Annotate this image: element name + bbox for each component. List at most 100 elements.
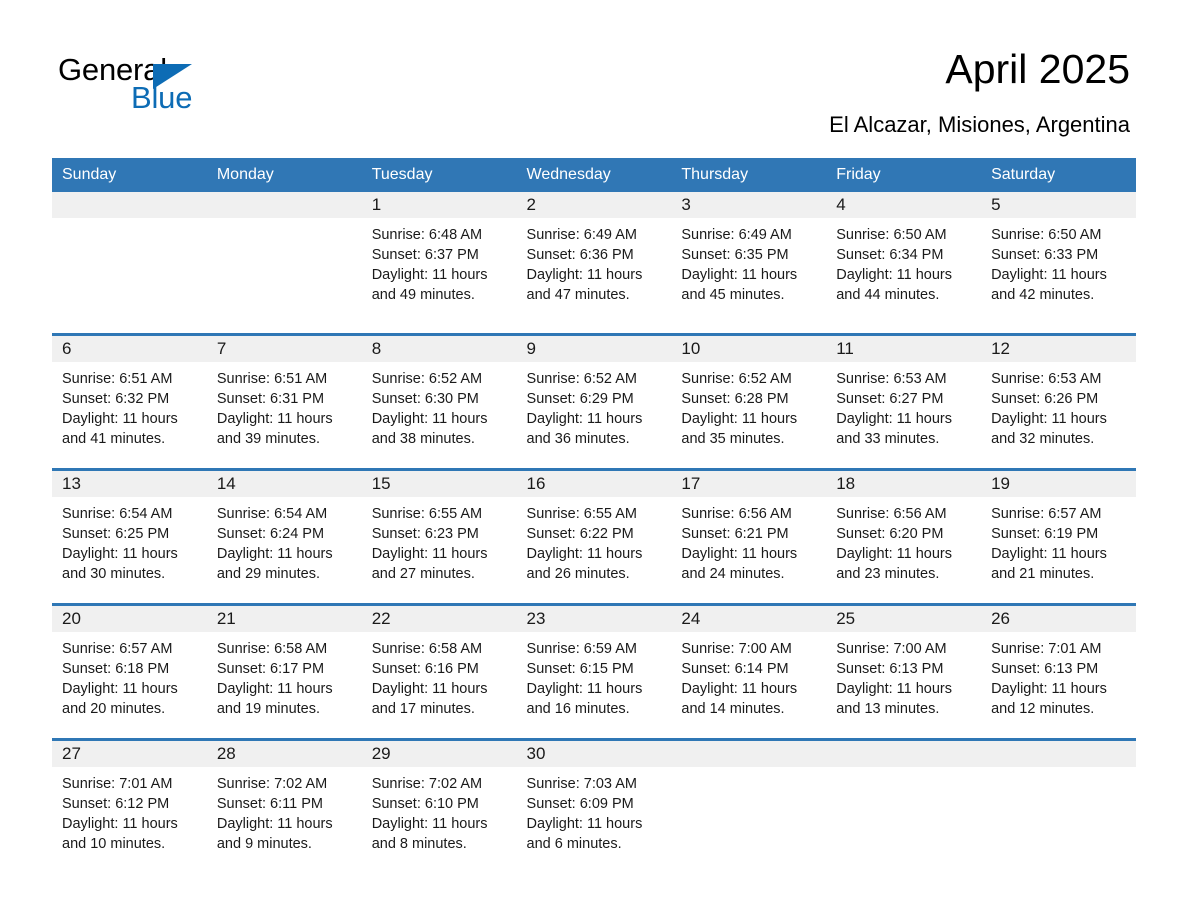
day-cell-inner: 16 Sunrise: 6:55 AM Sunset: 6:22 PM Dayligh… [516,471,672,603]
sunset-time: Sunset: 6:22 PM [526,526,634,542]
calendar-day-cell[interactable]: 29 Sunrise: 7:02 AM Sunset: 6:10 PM Dayligh… [361,738,517,882]
sunrise-time: Sunrise: 6:55 AM [371,506,483,522]
sunrise-time: Sunrise: 6:55 AM [526,506,637,522]
day-number: 23 [516,606,672,632]
daylight-duration-line1: Daylight: 11 hours [836,411,953,427]
day-cell-inner: 26 Sunrise: 7:01 AM Sunset: 6:13 PM Dayligh… [981,606,1136,738]
calendar-day-cell[interactable]: 30 Sunrise: 7:03 AM Sunset: 6:09 PM Dayligh… [516,738,672,882]
calendar-day-cell[interactable]: 15 Sunrise: 6:55 AM Sunset: 6:23 PM Dayligh… [361,468,517,605]
daylight-duration-line2: and 14 minutes. [681,701,785,717]
daylight-duration-line2: and 29 minutes. [216,566,321,582]
logo-text-blue: Blue [131,80,193,115]
calendar-day-cell[interactable]: 24 Sunrise: 7:00 AM Sunset: 6:14 PM Dayligh… [671,603,827,740]
day-number: 6 [52,336,207,362]
day-details: Sunrise: 7:03 AM Sunset: 6:09 PM Daylight:… [517,767,672,864]
day-cell-inner: 6 Sunrise: 6:51 AM Sunset: 6:32 PM Daylight… [52,336,207,468]
day-details: Sunrise: 7:01 AM Sunset: 6:12 PM Daylight:… [52,767,207,864]
daylight-duration-line1: Daylight: 11 hours [371,546,488,562]
sunset-time: Sunset: 6:26 PM [991,391,1099,407]
day-number: 18 [826,471,982,497]
day-cell-inner: 22 Sunrise: 6:58 AM Sunset: 6:16 PM Dayligh… [361,606,517,738]
daylight-duration-line1: Daylight: 11 hours [62,411,178,427]
sunrise-time: Sunrise: 6:56 AM [836,506,947,522]
calendar-day-cell[interactable]: 19 Sunrise: 6:57 AM Sunset: 6:19 PM Dayligh… [981,468,1136,605]
daylight-duration-line2: and 6 minutes. [526,836,622,852]
day-number [52,192,207,218]
day-cell-inner: 27 Sunrise: 7:01 AM Sunset: 6:12 PM Dayligh… [52,741,207,873]
sunset-time: Sunset: 6:28 PM [681,391,789,407]
calendar-day-cell [981,738,1136,882]
sunrise-time: Sunrise: 6:58 AM [216,641,328,657]
day-details [207,218,362,333]
calendar-day-cell[interactable]: 12 Sunrise: 6:53 AM Sunset: 6:26 PM Dayligh… [981,333,1136,470]
calendar-day-cell[interactable]: 11 Sunrise: 6:53 AM Sunset: 6:27 PM Dayligh… [826,333,982,470]
sunset-time: Sunset: 6:33 PM [991,247,1099,263]
calendar-day-cell[interactable]: 2 Sunrise: 6:49 AM Sunset: 6:36 PM Daylight… [516,192,672,335]
day-details [981,767,1136,882]
calendar-table: Sunday Monday Tuesday Wednesday Thursday… [52,158,1136,882]
day-number: 17 [671,471,827,497]
daylight-duration-line1: Daylight: 11 hours [681,546,798,562]
day-details: Sunrise: 7:02 AM Sunset: 6:10 PM Daylight:… [362,767,517,864]
calendar-day-cell[interactable]: 23 Sunrise: 6:59 AM Sunset: 6:15 PM Dayligh… [516,603,672,740]
day-details [52,218,207,333]
day-details: Sunrise: 7:01 AM Sunset: 6:13 PM Daylight:… [981,632,1136,729]
calendar-day-cell[interactable]: 7 Sunrise: 6:51 AM Sunset: 6:31 PM Daylight… [206,333,362,470]
sunset-time: Sunset: 6:13 PM [991,661,1099,677]
calendar-week-row: 20 Sunrise: 6:57 AM Sunset: 6:18 PM Dayligh… [52,603,1136,740]
calendar-day-cell[interactable]: 26 Sunrise: 7:01 AM Sunset: 6:13 PM Dayligh… [981,603,1136,740]
day-number [826,741,982,767]
calendar-day-cell[interactable]: 21 Sunrise: 6:58 AM Sunset: 6:17 PM Dayligh… [206,603,362,740]
sunset-time: Sunset: 6:09 PM [526,796,634,812]
calendar-day-cell[interactable]: 18 Sunrise: 6:56 AM Sunset: 6:20 PM Dayligh… [826,468,982,605]
sunrise-time: Sunrise: 6:54 AM [216,506,328,522]
daylight-duration-line1: Daylight: 11 hours [991,411,1107,427]
day-number: 2 [516,192,672,218]
calendar-day-cell[interactable]: 8 Sunrise: 6:52 AM Sunset: 6:30 PM Daylight… [361,333,517,470]
day-number: 5 [981,192,1136,218]
calendar-day-cell[interactable]: 3 Sunrise: 6:49 AM Sunset: 6:35 PM Daylight… [671,192,827,335]
calendar-day-cell[interactable]: 6 Sunrise: 6:51 AM Sunset: 6:32 PM Daylight… [52,333,207,470]
calendar-day-cell[interactable]: 13 Sunrise: 6:54 AM Sunset: 6:25 PM Dayligh… [52,468,207,605]
calendar-day-cell[interactable]: 27 Sunrise: 7:01 AM Sunset: 6:12 PM Dayligh… [52,738,207,882]
calendar-day-cell[interactable]: 22 Sunrise: 6:58 AM Sunset: 6:16 PM Dayligh… [361,603,517,740]
day-cell-inner: 20 Sunrise: 6:57 AM Sunset: 6:18 PM Dayligh… [52,606,207,738]
sunset-time: Sunset: 6:10 PM [371,796,479,812]
calendar-day-cell[interactable]: 28 Sunrise: 7:02 AM Sunset: 6:11 PM Dayligh… [206,738,362,882]
day-cell-inner: 12 Sunrise: 6:53 AM Sunset: 6:26 PM Dayligh… [981,336,1136,468]
calendar-day-cell[interactable]: 20 Sunrise: 6:57 AM Sunset: 6:18 PM Dayligh… [52,603,207,740]
day-number: 24 [671,606,827,632]
calendar-day-cell[interactable]: 14 Sunrise: 6:54 AM Sunset: 6:24 PM Dayligh… [206,468,362,605]
day-details: Sunrise: 6:54 AM Sunset: 6:24 PM Daylight:… [207,497,362,594]
calendar-day-cell[interactable]: 1 Sunrise: 6:48 AM Sunset: 6:37 PM Daylight… [361,192,517,335]
day-details: Sunrise: 6:52 AM Sunset: 6:28 PM Daylight:… [671,362,826,459]
daylight-duration-line1: Daylight: 11 hours [216,816,333,832]
calendar-day-cell[interactable]: 25 Sunrise: 7:00 AM Sunset: 6:13 PM Dayligh… [826,603,982,740]
daylight-duration-line1: Daylight: 11 hours [526,816,643,832]
daylight-duration-line2: and 38 minutes. [371,431,475,447]
daylight-duration-line1: Daylight: 11 hours [681,681,798,697]
day-cell-inner [671,741,827,882]
day-cell-inner: 9 Sunrise: 6:52 AM Sunset: 6:29 PM Daylight… [516,336,672,468]
calendar-day-cell[interactable]: 10 Sunrise: 6:52 AM Sunset: 6:28 PM Dayligh… [671,333,827,470]
daylight-duration-line2: and 9 minutes. [216,836,312,852]
day-cell-inner: 29 Sunrise: 7:02 AM Sunset: 6:10 PM Dayligh… [361,741,517,873]
calendar-day-cell[interactable]: 16 Sunrise: 6:55 AM Sunset: 6:22 PM Dayligh… [516,468,672,605]
daylight-duration-line2: and 23 minutes. [836,566,940,582]
calendar-day-cell[interactable]: 17 Sunrise: 6:56 AM Sunset: 6:21 PM Dayligh… [671,468,827,605]
calendar-day-cell [671,738,827,882]
sunset-time: Sunset: 6:34 PM [836,247,944,263]
day-details: Sunrise: 6:57 AM Sunset: 6:19 PM Daylight:… [981,497,1136,594]
calendar-day-cell[interactable]: 5 Sunrise: 6:50 AM Sunset: 6:33 PM Daylight… [981,192,1136,335]
day-details: Sunrise: 7:00 AM Sunset: 6:14 PM Daylight:… [671,632,826,729]
day-number: 7 [206,336,362,362]
day-number: 30 [516,741,672,767]
calendar-day-cell[interactable]: 4 Sunrise: 6:50 AM Sunset: 6:34 PM Daylight… [826,192,982,335]
calendar-day-cell[interactable]: 9 Sunrise: 6:52 AM Sunset: 6:29 PM Daylight… [516,333,672,470]
daylight-duration-line1: Daylight: 11 hours [62,681,178,697]
sunrise-time: Sunrise: 6:52 AM [681,371,792,387]
daylight-duration-line1: Daylight: 11 hours [526,411,643,427]
daylight-duration-line1: Daylight: 11 hours [526,546,643,562]
day-number: 26 [981,606,1136,632]
day-details: Sunrise: 6:55 AM Sunset: 6:22 PM Daylight:… [517,497,672,594]
